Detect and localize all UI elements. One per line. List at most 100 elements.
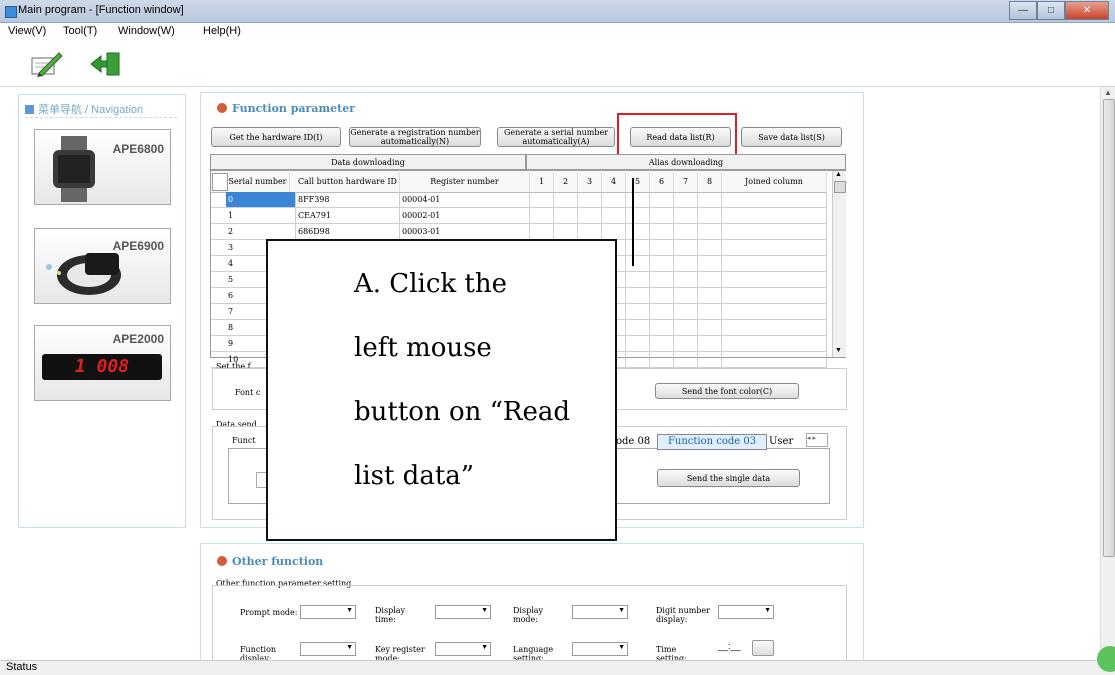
scroll-up-icon[interactable]: ▲ [1104,88,1112,97]
table-cell[interactable]: 00002-01 [400,208,530,223]
table-cell[interactable] [650,336,674,351]
table-cell[interactable] [626,352,650,367]
table-cell[interactable] [722,320,827,335]
table-cell[interactable] [698,352,722,367]
function-display-select[interactable] [300,642,356,656]
table-cell[interactable] [650,272,674,287]
table-cell[interactable]: 00003-01 [400,224,530,239]
table-cell[interactable] [602,208,626,223]
tab-function-code-08[interactable]: ode 08 [616,437,650,447]
table-cell[interactable] [722,240,827,255]
menu-tool[interactable]: Tool(T) [63,25,97,37]
table-cell[interactable] [674,208,698,223]
table-cell[interactable] [698,224,722,239]
table-cell[interactable] [650,288,674,303]
table-cell[interactable] [530,192,554,207]
display-mode-select[interactable] [572,605,628,619]
send-font-color-button[interactable]: Send the font color(C) [655,383,799,399]
save-data-list-button[interactable]: Save data list(S) [741,127,842,147]
table-cell[interactable] [698,240,722,255]
table-cell[interactable]: CEA791 [296,208,400,223]
table-cell[interactable] [722,352,827,367]
table-row[interactable]: 2 686D98 00003-01 [211,224,827,240]
table-cell[interactable] [674,320,698,335]
close-button[interactable]: ✕ [1065,1,1109,20]
table-cell[interactable] [674,240,698,255]
table-cell[interactable] [722,272,827,287]
table-cell[interactable] [722,224,827,239]
table-cell[interactable] [698,336,722,351]
table-cell[interactable] [626,304,650,319]
exit-icon[interactable] [88,50,122,78]
window-scrollbar[interactable]: ▲ [1100,87,1115,660]
table-cell[interactable] [578,192,602,207]
menu-view[interactable]: View(V) [8,25,46,37]
table-cell[interactable] [674,272,698,287]
table-row[interactable]: 1 CEA791 00002-01 [211,208,827,224]
table-cell[interactable] [650,208,674,223]
table-cell[interactable]: 2 [226,224,296,239]
table-cell[interactable] [626,336,650,351]
table-cell[interactable] [698,288,722,303]
digit-number-select[interactable] [718,605,774,619]
language-select[interactable] [572,642,628,656]
table-cell[interactable]: 686D98 [296,224,400,239]
tab-user[interactable]: User [769,437,793,447]
table-cell[interactable] [626,320,650,335]
table-cell[interactable] [602,224,626,239]
scroll-thumb[interactable] [834,181,846,193]
table-cell[interactable] [698,272,722,287]
table-row[interactable]: 0 8FF398 00004-01 [211,192,827,208]
table-cell[interactable] [674,288,698,303]
table-cell[interactable] [554,224,578,239]
table-cell[interactable]: 8FF398 [296,192,400,207]
table-cell[interactable] [698,208,722,223]
menu-window[interactable]: Window(W) [118,25,175,37]
get-hardware-id-button[interactable]: Get the hardware ID(I) [211,127,341,147]
table-cell[interactable] [554,192,578,207]
tab-scroll-arrows-icon[interactable]: ◂ ▸ [806,433,828,447]
table-cell[interactable] [698,256,722,271]
table-cell[interactable] [626,224,650,239]
scroll-down-icon[interactable]: ▼ [835,347,842,354]
generate-registration-button[interactable]: Generate a registration number automatic… [349,127,481,147]
generate-serial-button[interactable]: Generate a serial number automatically(A… [497,127,615,147]
scroll-up-icon[interactable]: ▲ [835,171,842,178]
table-cell[interactable] [626,208,650,223]
table-cell[interactable] [530,224,554,239]
table-cell[interactable] [698,304,722,319]
product-ape6900[interactable]: APE6900 [34,228,171,304]
table-cell[interactable] [674,224,698,239]
table-cell[interactable] [650,240,674,255]
table-cell[interactable] [626,240,650,255]
table-cell[interactable] [578,224,602,239]
display-time-select[interactable] [435,605,491,619]
menu-help[interactable]: Help(H) [203,25,241,37]
time-set-button[interactable] [752,640,774,656]
table-cell[interactable] [674,304,698,319]
table-cell[interactable] [722,304,827,319]
table-cell[interactable] [650,320,674,335]
send-single-data-button[interactable]: Send the single data [657,469,800,487]
table-cell[interactable] [722,208,827,223]
table-cell[interactable] [674,192,698,207]
table-cell[interactable] [674,256,698,271]
prompt-mode-select[interactable] [300,605,356,619]
table-cell[interactable] [722,336,827,351]
table-cell[interactable] [722,256,827,271]
table-cell[interactable] [626,192,650,207]
grid-scrollbar[interactable]: ▲ ▼ [832,171,846,357]
table-cell[interactable] [674,352,698,367]
time-input[interactable]: __:__ [718,642,741,651]
product-ape6800[interactable]: APE6800 [34,129,171,205]
table-cell[interactable] [722,288,827,303]
table-cell[interactable] [698,192,722,207]
table-cell[interactable] [626,288,650,303]
table-cell[interactable] [626,256,650,271]
table-cell[interactable] [602,192,626,207]
table-cell[interactable]: 0 [226,192,296,207]
edit-icon[interactable] [30,50,64,78]
scroll-thumb[interactable] [1103,99,1115,557]
tab-function-code-03[interactable]: Function code 03 [657,434,767,450]
key-register-select[interactable] [435,642,491,656]
